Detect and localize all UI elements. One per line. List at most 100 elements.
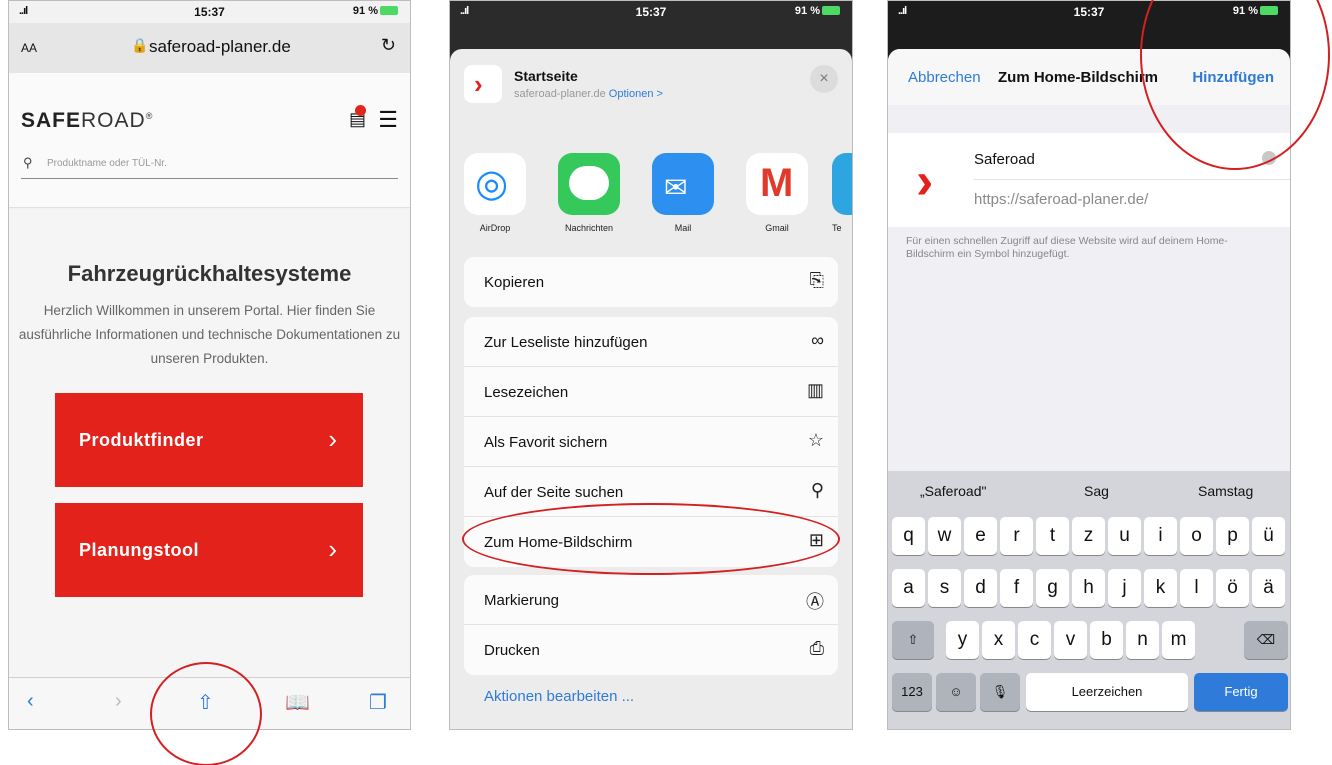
action-bookmark[interactable]: Lesezeichen ▥ <box>464 367 838 417</box>
printer-icon: ⎙ <box>809 638 824 658</box>
options-link[interactable]: Optionen > <box>609 88 663 100</box>
key[interactable]: t <box>1036 517 1069 555</box>
share-app-telegram[interactable]: Te <box>828 153 852 233</box>
action-favorite[interactable]: Als Favorit sichern ☆ <box>464 417 838 467</box>
share-app-mail[interactable]: ✉ Mail <box>648 153 718 233</box>
key[interactable]: g <box>1036 569 1069 607</box>
site-header: SAFEROAD® ▤ ☰ ⚲ Produktname oder TÜL-Nr. <box>9 73 410 208</box>
share-app-airdrop[interactable]: ◎ AirDrop <box>460 153 530 233</box>
key-row-4: 123 ☺ 🎙 Leerzeichen Fertig <box>888 673 1290 713</box>
share-sheet-screen: ..ıl 15:37 91 % › Startseite saferoad-pl… <box>449 0 853 730</box>
suggestion-1[interactable]: „Saferoad" <box>920 483 986 499</box>
battery-indicator: 91 % <box>795 5 840 17</box>
key[interactable]: x <box>982 621 1015 659</box>
back-icon[interactable]: ‹ <box>27 690 34 713</box>
numbers-key[interactable]: 123 <box>892 673 932 711</box>
divider <box>974 179 1290 180</box>
home-screen-highlight-circle <box>462 503 840 575</box>
done-key[interactable]: Fertig <box>1194 673 1288 711</box>
key[interactable]: c <box>1018 621 1051 659</box>
bookmarks-icon[interactable]: 📖 <box>285 690 310 715</box>
safari-page-screen: ..ıl 15:37 91 % AA 🔒 saferoad-planer.de … <box>8 0 411 730</box>
planungstool-button[interactable]: Planungstool › <box>55 503 363 597</box>
produktfinder-button[interactable]: Produktfinder › <box>55 393 363 487</box>
key[interactable]: ä <box>1252 569 1285 607</box>
shift-icon[interactable]: ⇧ <box>892 621 934 659</box>
battery-percent: 91 % <box>352 5 378 17</box>
gmail-icon: M <box>746 153 808 215</box>
key[interactable]: e <box>964 517 997 555</box>
key[interactable]: v <box>1054 621 1087 659</box>
reload-icon[interactable]: ↻ <box>381 35 396 56</box>
key[interactable]: i <box>1144 517 1177 555</box>
key[interactable]: z <box>1072 517 1105 555</box>
action-label: Zur Leseliste hinzufügen <box>484 334 648 351</box>
key[interactable]: w <box>928 517 961 555</box>
close-icon[interactable]: × <box>810 65 838 93</box>
airdrop-icon: ◎ <box>464 153 526 215</box>
key-row-1: q w e r t z u i o p ü <box>888 517 1290 557</box>
url-field: https://saferoad-planer.de/ <box>974 191 1149 208</box>
key[interactable]: m <box>1162 621 1195 659</box>
cart-badge <box>355 105 366 116</box>
app-label: Te <box>832 223 842 233</box>
key[interactable]: f <box>1000 569 1033 607</box>
key[interactable]: r <box>1000 517 1033 555</box>
app-label: Gmail <box>765 223 789 233</box>
forward-icon[interactable]: › <box>115 690 122 713</box>
url-text[interactable]: saferoad-planer.de <box>149 37 291 57</box>
search-icon: ⚲ <box>23 155 33 170</box>
share-app-nachrichten[interactable]: Nachrichten <box>554 153 624 233</box>
key[interactable]: y <box>946 621 979 659</box>
key[interactable]: p <box>1216 517 1249 555</box>
microphone-icon[interactable]: 🎙 <box>980 673 1020 711</box>
key[interactable]: l <box>1180 569 1213 607</box>
page-heading: Fahrzeugrückhaltesysteme <box>67 261 352 286</box>
key[interactable]: n <box>1126 621 1159 659</box>
key[interactable]: b <box>1090 621 1123 659</box>
key-row-2: a s d f g h j k l ö ä <box>888 569 1290 609</box>
share-subtitle: saferoad-planer.de Optionen > <box>514 88 663 100</box>
product-search-input[interactable]: ⚲ Produktname oder TÜL-Nr. <box>21 153 398 179</box>
search-icon: ⚲ <box>810 480 824 500</box>
action-label: Drucken <box>484 642 540 659</box>
menu-icon[interactable]: ☰ <box>378 107 398 133</box>
action-print[interactable]: Drucken ⎙ <box>464 625 838 675</box>
action-markup[interactable]: Markierung Ⓐ <box>464 575 838 625</box>
suggestion-3[interactable]: Samstag <box>1198 483 1253 499</box>
key[interactable]: s <box>928 569 961 607</box>
mail-icon: ✉ <box>652 153 714 215</box>
intro-text: Herzlich Willkommen in unserem Portal. H… <box>18 303 401 366</box>
text-size-button[interactable]: AA <box>21 41 37 55</box>
key[interactable]: d <box>964 569 997 607</box>
status-bar: ..ıl 15:37 91 % <box>450 1 852 23</box>
emoji-icon[interactable]: ☺ <box>936 673 976 711</box>
key[interactable]: k <box>1144 569 1177 607</box>
space-key[interactable]: Leerzeichen <box>1026 673 1188 711</box>
hint-text: Für einen schnellen Zugriff auf diese We… <box>906 235 1228 260</box>
cancel-button[interactable]: Abbrechen <box>908 69 981 86</box>
suggestion-2[interactable]: Sag <box>1084 483 1109 499</box>
saferoad-logo[interactable]: SAFEROAD® <box>21 109 153 133</box>
battery-icon <box>822 6 840 15</box>
tabs-icon[interactable]: ❐ <box>369 690 387 715</box>
share-app-gmail[interactable]: M Gmail <box>742 153 812 233</box>
name-field[interactable]: Saferoad <box>974 151 1035 168</box>
backspace-icon[interactable]: ⌫ <box>1244 621 1288 659</box>
key[interactable]: a <box>892 569 925 607</box>
key[interactable]: o <box>1180 517 1213 555</box>
key[interactable]: j <box>1108 569 1141 607</box>
action-reading-list[interactable]: Zur Leseliste hinzufügen ∞ <box>464 317 838 367</box>
edit-actions-link[interactable]: Aktionen bearbeiten ... <box>484 688 634 705</box>
key[interactable]: u <box>1108 517 1141 555</box>
key-row-3: ⇧ y x c v b n m ⌫ <box>888 621 1290 661</box>
address-bar[interactable]: AA 🔒 saferoad-planer.de ↻ <box>9 23 410 73</box>
telegram-icon <box>832 153 852 215</box>
action-copy[interactable]: Kopieren ⎘ <box>464 257 838 307</box>
key[interactable]: ü <box>1252 517 1285 555</box>
key[interactable]: ö <box>1216 569 1249 607</box>
key[interactable]: q <box>892 517 925 555</box>
key[interactable]: h <box>1072 569 1105 607</box>
site-logo-icon: › <box>464 65 502 103</box>
action-label: Markierung <box>484 592 560 609</box>
